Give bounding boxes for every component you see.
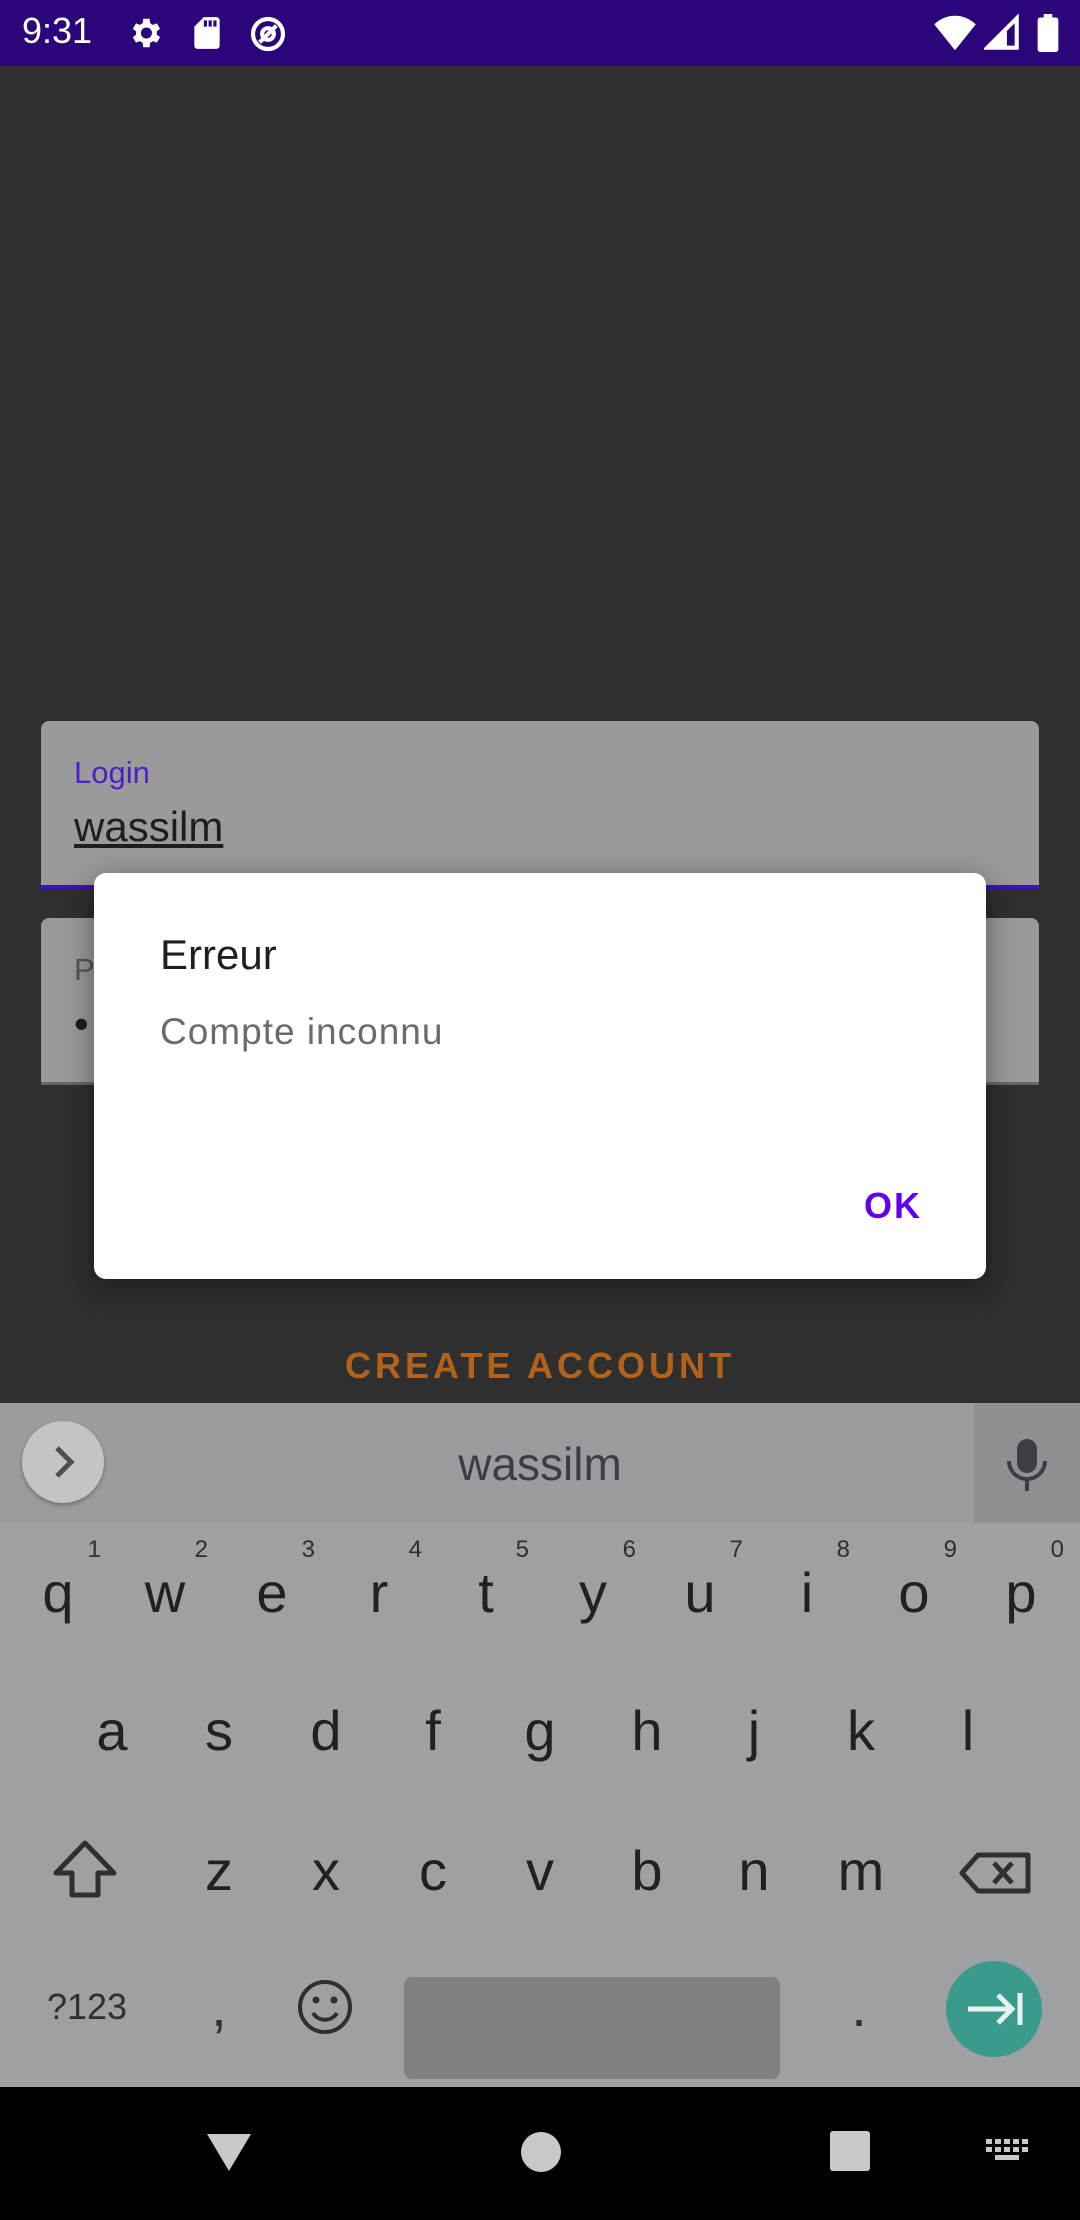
key-u[interactable]: u7: [647, 1533, 753, 1653]
ok-button[interactable]: OK: [840, 1173, 946, 1239]
create-account-button[interactable]: CREATE ACCOUNT: [0, 1345, 1080, 1387]
suggestion-word[interactable]: wassilm: [0, 1437, 1080, 1491]
key-label: p: [1005, 1561, 1037, 1624]
mic-icon: [1007, 1439, 1047, 1491]
key-number-hint: 8: [836, 1536, 850, 1563]
keyboard-switch-icon[interactable]: [984, 2137, 1030, 2172]
status-bar: 9:31: [0, 0, 1080, 66]
key-a[interactable]: a: [59, 1671, 165, 1791]
cell-signal-icon: [982, 13, 1022, 52]
key-label: e: [256, 1561, 288, 1624]
key-label: t: [478, 1561, 494, 1624]
shift-key[interactable]: [32, 1811, 138, 1931]
wifi-icon: [934, 14, 976, 52]
emoji-key[interactable]: [272, 1947, 378, 2067]
key-n[interactable]: n: [701, 1811, 807, 1931]
key-number-hint: 1: [87, 1536, 101, 1563]
suggestion-strip: wassilm: [0, 1403, 1080, 1523]
emoji-icon: [298, 1980, 352, 2034]
key-l[interactable]: l: [915, 1671, 1021, 1791]
keyboard: wassilm q1w2e3r4t5y6u7i8o9p0 asdfghjkl z…: [0, 1403, 1080, 2087]
key-c[interactable]: c: [380, 1811, 486, 1931]
at-sign-icon: [248, 14, 286, 52]
key-v[interactable]: v: [487, 1811, 593, 1931]
key-number-hint: 2: [194, 1536, 208, 1563]
key-label: w: [144, 1561, 186, 1624]
key-number-hint: 3: [301, 1536, 315, 1563]
error-dialog: Erreur Compte inconnu OK: [94, 873, 986, 1279]
key-j[interactable]: j: [701, 1671, 807, 1791]
key-p[interactable]: p0: [968, 1533, 1074, 1653]
key-label: r: [369, 1561, 389, 1624]
status-time: 9:31: [22, 10, 93, 51]
space-key[interactable]: [404, 1977, 780, 2079]
home-icon[interactable]: [518, 2129, 564, 2180]
key-i[interactable]: i8: [754, 1533, 860, 1653]
key-number-hint: 7: [729, 1536, 743, 1563]
voice-input-button[interactable]: [974, 1403, 1080, 1523]
key-e[interactable]: e3: [219, 1533, 325, 1653]
key-number-hint: 6: [622, 1536, 636, 1563]
login-field[interactable]: Login wassilm: [41, 721, 1039, 889]
key-r[interactable]: r4: [326, 1533, 432, 1653]
period-key[interactable]: .: [806, 1947, 912, 2067]
key-label: o: [898, 1561, 930, 1624]
key-label: y: [579, 1561, 607, 1624]
key-label: u: [684, 1561, 716, 1624]
login-label: Login: [74, 755, 150, 790]
key-w[interactable]: w2: [112, 1533, 218, 1653]
key-k[interactable]: k: [808, 1671, 914, 1791]
back-icon[interactable]: [204, 2129, 254, 2180]
dialog-message: Compte inconnu: [160, 1011, 444, 1052]
key-d[interactable]: d: [273, 1671, 379, 1791]
key-number-hint: 0: [1050, 1536, 1064, 1563]
comma-key[interactable]: ,: [166, 1947, 272, 2067]
recents-icon[interactable]: [828, 2129, 872, 2178]
symbols-key[interactable]: ?123: [32, 1947, 142, 2067]
enter-key[interactable]: [946, 1961, 1042, 2057]
next-arrow-icon: [968, 1993, 1023, 2025]
battery-icon: [1036, 14, 1074, 53]
key-label: q: [42, 1561, 74, 1624]
key-f[interactable]: f: [380, 1671, 486, 1791]
key-g[interactable]: g: [487, 1671, 593, 1791]
backspace-icon: [959, 1852, 1031, 1894]
password-label: P: [74, 952, 95, 987]
key-b[interactable]: b: [594, 1811, 700, 1931]
key-number-hint: 5: [515, 1536, 529, 1563]
key-q[interactable]: q1: [5, 1533, 111, 1653]
shift-icon: [53, 1840, 117, 1898]
gear-icon: [126, 14, 164, 52]
key-label: i: [800, 1561, 814, 1624]
key-z[interactable]: z: [166, 1811, 272, 1931]
backspace-key[interactable]: [942, 1811, 1048, 1931]
key-t[interactable]: t5: [433, 1533, 539, 1653]
key-h[interactable]: h: [594, 1671, 700, 1791]
login-value: wassilm: [74, 803, 224, 850]
dialog-title: Erreur: [160, 931, 277, 978]
sd-card-icon: [188, 14, 226, 52]
key-y[interactable]: y6: [540, 1533, 646, 1653]
key-o[interactable]: o9: [861, 1533, 967, 1653]
key-number-hint: 9: [943, 1536, 957, 1563]
key-m[interactable]: m: [808, 1811, 914, 1931]
key-number-hint: 4: [408, 1536, 422, 1563]
key-s[interactable]: s: [166, 1671, 272, 1791]
navigation-bar: [0, 2087, 1080, 2220]
key-x[interactable]: x: [273, 1811, 379, 1931]
